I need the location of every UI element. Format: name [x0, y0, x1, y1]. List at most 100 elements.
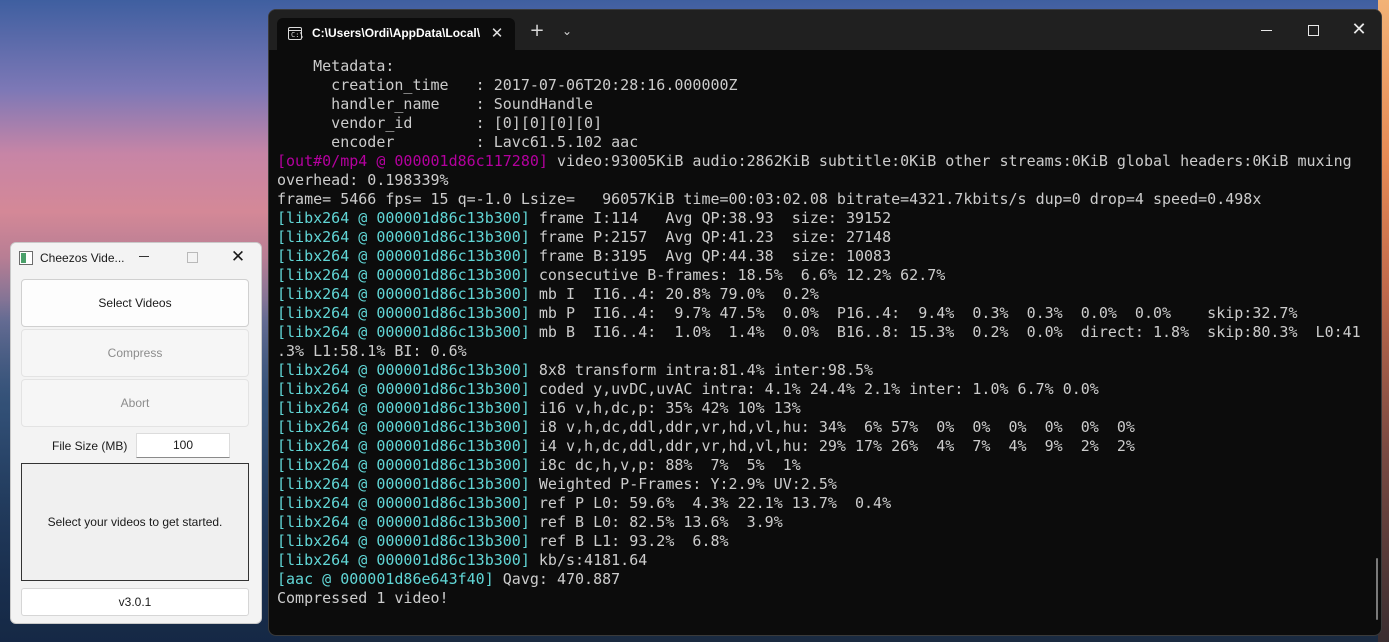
terminal-line: [libx264 @ 000001d86c13b300] ref P L0: 5… [277, 494, 1367, 513]
terminal-line: [libx264 @ 000001d86c13b300] ref B L1: 9… [277, 532, 1367, 551]
terminal-line: [libx264 @ 000001d86c13b300] i8 v,h,dc,d… [277, 418, 1367, 437]
log-tag: [libx264 @ 000001d86c13b300] [277, 456, 530, 474]
chevron-down-icon[interactable]: ⌄ [559, 22, 575, 40]
tab-title: C:\Users\Ordi\AppData\Local\ [312, 26, 480, 40]
log-text: ref B L0: 82.5% 13.6% 3.9% [529, 513, 783, 531]
log-tag: [aac @ 000001d86e643f40] [277, 570, 494, 588]
terminal-line: creation_time : 2017-07-06T20:28:16.0000… [277, 76, 1367, 95]
terminal-line: Compressed 1 video! [277, 589, 1367, 608]
file-size-label: File Size (MB) [52, 439, 128, 453]
select-videos-button[interactable]: Select Videos [21, 279, 249, 327]
terminal-line: [libx264 @ 000001d86c13b300] i16 v,h,dc,… [277, 399, 1367, 418]
close-icon[interactable]: ✕ [229, 247, 247, 267]
log-tag: [libx264 @ 000001d86c13b300] [277, 285, 530, 303]
log-text: overhead: 0.198339% [277, 171, 449, 189]
log-text: i8 v,h,dc,ddl,ddr,vr,hd,vl,hu: 34% 6% 57… [529, 418, 1135, 436]
log-text: mb B I16..4: 1.0% 1.4% 0.0% B16..8: 15.3… [529, 323, 1361, 341]
terminal-line: [libx264 @ 000001d86c13b300] mb B I16..4… [277, 323, 1367, 342]
terminal-line: encoder : Lavc61.5.102 aac [277, 133, 1367, 152]
close-tab-icon[interactable]: ✕ [490, 25, 504, 41]
log-text: Compressed 1 video! [277, 589, 449, 607]
log-text: video:93005KiB audio:2862KiB subtitle:0K… [547, 152, 1352, 170]
log-text: Weighted P-Frames: Y:2.9% UV:2.5% [529, 475, 837, 493]
log-text: frame I:114 Avg QP:38.93 size: 39152 [529, 209, 892, 227]
log-text: i4 v,h,dc,ddl,ddr,vr,hd,vl,hu: 29% 17% 2… [529, 437, 1135, 455]
terminal-line: [libx264 @ 000001d86c13b300] kb/s:4181.6… [277, 551, 1367, 570]
maximize-icon [187, 252, 198, 263]
minimize-icon [1261, 30, 1272, 31]
terminal-line: [aac @ 000001d86e643f40] Qavg: 470.887 [277, 570, 1367, 589]
abort-button[interactable]: Abort [21, 379, 249, 427]
log-text: Metadata: [277, 57, 395, 75]
terminal-line: [libx264 @ 000001d86c13b300] i4 v,h,dc,d… [277, 437, 1367, 456]
terminal-line: [libx264 @ 000001d86c13b300] ref B L0: 8… [277, 513, 1367, 532]
app-icon [19, 251, 33, 265]
log-text: mb P I16..4: 9.7% 47.5% 0.0% P16..4: 9.4… [529, 304, 1298, 322]
log-text: i16 v,h,dc,p: 35% 42% 10% 13% [529, 399, 801, 417]
log-tag: [libx264 @ 000001d86c13b300] [277, 418, 530, 436]
version-label: v3.0.1 [21, 588, 249, 616]
log-text: Qavg: 470.887 [493, 570, 621, 588]
log-tag: [libx264 @ 000001d86c13b300] [277, 551, 530, 569]
terminal-line: frame= 5466 fps= 15 q=-1.0 Lsize= 96057K… [277, 190, 1367, 209]
terminal-line: [libx264 @ 000001d86c13b300] i8c dc,h,v,… [277, 456, 1367, 475]
log-tag: [libx264 @ 000001d86c13b300] [277, 513, 530, 531]
log-tag: [libx264 @ 000001d86c13b300] [277, 380, 530, 398]
log-text: .3% L1:58.1% BI: 0.6% [277, 342, 467, 360]
log-text: mb I I16..4: 20.8% 79.0% 0.2% [529, 285, 819, 303]
log-text: frame P:2157 Avg QP:41.23 size: 27148 [529, 228, 892, 246]
terminal-line: [libx264 @ 000001d86c13b300] Weighted P-… [277, 475, 1367, 494]
log-text: frame B:3195 Avg QP:44.38 size: 10083 [529, 247, 892, 265]
log-text: coded y,uvDC,uvAC intra: 4.1% 24.4% 2.1%… [529, 380, 1099, 398]
terminal-icon-glyph: C:\ [291, 31, 304, 39]
log-text: kb/s:4181.64 [529, 551, 648, 569]
log-tag: [libx264 @ 000001d86c13b300] [277, 323, 530, 341]
log-text: consecutive B-frames: 18.5% 6.6% 12.2% 6… [529, 266, 946, 284]
terminal-line: [libx264 @ 000001d86c13b300] consecutive… [277, 266, 1367, 285]
scrollbar[interactable] [1376, 558, 1378, 620]
log-tag: [libx264 @ 000001d86c13b300] [277, 437, 530, 455]
app-title: Cheezos Vide... [40, 251, 125, 265]
log-text: i8c dc,h,v,p: 88% 7% 5% 1% [529, 456, 801, 474]
terminal-line: handler_name : SoundHandle [277, 95, 1367, 114]
terminal-line: Metadata: [277, 57, 1367, 76]
close-window-button[interactable]: ✕ [1336, 10, 1381, 50]
terminal-output[interactable]: Metadata: creation_time : 2017-07-06T20:… [277, 57, 1367, 635]
terminal-line: [libx264 @ 000001d86c13b300] frame B:319… [277, 247, 1367, 266]
terminal-titlebar[interactable]: C:\ C:\Users\Ordi\AppData\Local\ ✕ + ⌄ ✕ [269, 10, 1381, 50]
maximize-button[interactable] [1290, 10, 1336, 50]
log-tag: [libx264 @ 000001d86c13b300] [277, 361, 530, 379]
log-text: 8x8 transform intra:81.4% inter:98.5% [529, 361, 874, 379]
log-tag: [libx264 @ 000001d86c13b300] [277, 532, 530, 550]
log-text: encoder : Lavc61.5.102 aac [277, 133, 639, 151]
terminal-line: overhead: 0.198339% [277, 171, 1367, 190]
terminal-icon: C:\ [288, 27, 304, 40]
terminal-window: C:\ C:\Users\Ordi\AppData\Local\ ✕ + ⌄ ✕… [268, 9, 1382, 636]
file-size-input[interactable]: 100 [136, 433, 230, 458]
log-tag: [libx264 @ 000001d86c13b300] [277, 247, 530, 265]
minimize-button[interactable] [1244, 10, 1290, 50]
terminal-line: [libx264 @ 000001d86c13b300] frame I:114… [277, 209, 1367, 228]
log-text: creation_time : 2017-07-06T20:28:16.0000… [277, 76, 738, 94]
log-tag: [libx264 @ 000001d86c13b300] [277, 266, 530, 284]
log-tag: [libx264 @ 000001d86c13b300] [277, 304, 530, 322]
minimize-icon[interactable] [139, 256, 149, 257]
log-tag: [libx264 @ 000001d86c13b300] [277, 399, 530, 417]
log-text: ref P L0: 59.6% 4.3% 22.1% 13.7% 0.4% [529, 494, 892, 512]
log-tag: [libx264 @ 000001d86c13b300] [277, 228, 530, 246]
log-text: handler_name : SoundHandle [277, 95, 594, 113]
log-text: ref B L1: 93.2% 6.8% [529, 532, 729, 550]
maximize-icon [1308, 25, 1319, 36]
log-tag: [libx264 @ 000001d86c13b300] [277, 475, 530, 493]
status-message: Select your videos to get started. [21, 463, 249, 581]
new-tab-icon[interactable]: + [529, 22, 545, 40]
log-text: vendor_id : [0][0][0][0] [277, 114, 603, 132]
terminal-line: [libx264 @ 000001d86c13b300] mb I I16..4… [277, 285, 1367, 304]
log-text: frame= 5466 fps= 15 q=-1.0 Lsize= 96057K… [277, 190, 1262, 208]
compress-button[interactable]: Compress [21, 329, 249, 377]
log-tag: [libx264 @ 000001d86c13b300] [277, 209, 530, 227]
app-titlebar[interactable]: Cheezos Vide... ✕ [11, 243, 261, 273]
terminal-line: .3% L1:58.1% BI: 0.6% [277, 342, 1367, 361]
terminal-line: [libx264 @ 000001d86c13b300] frame P:215… [277, 228, 1367, 247]
terminal-tab[interactable]: C:\ C:\Users\Ordi\AppData\Local\ ✕ [277, 18, 515, 50]
